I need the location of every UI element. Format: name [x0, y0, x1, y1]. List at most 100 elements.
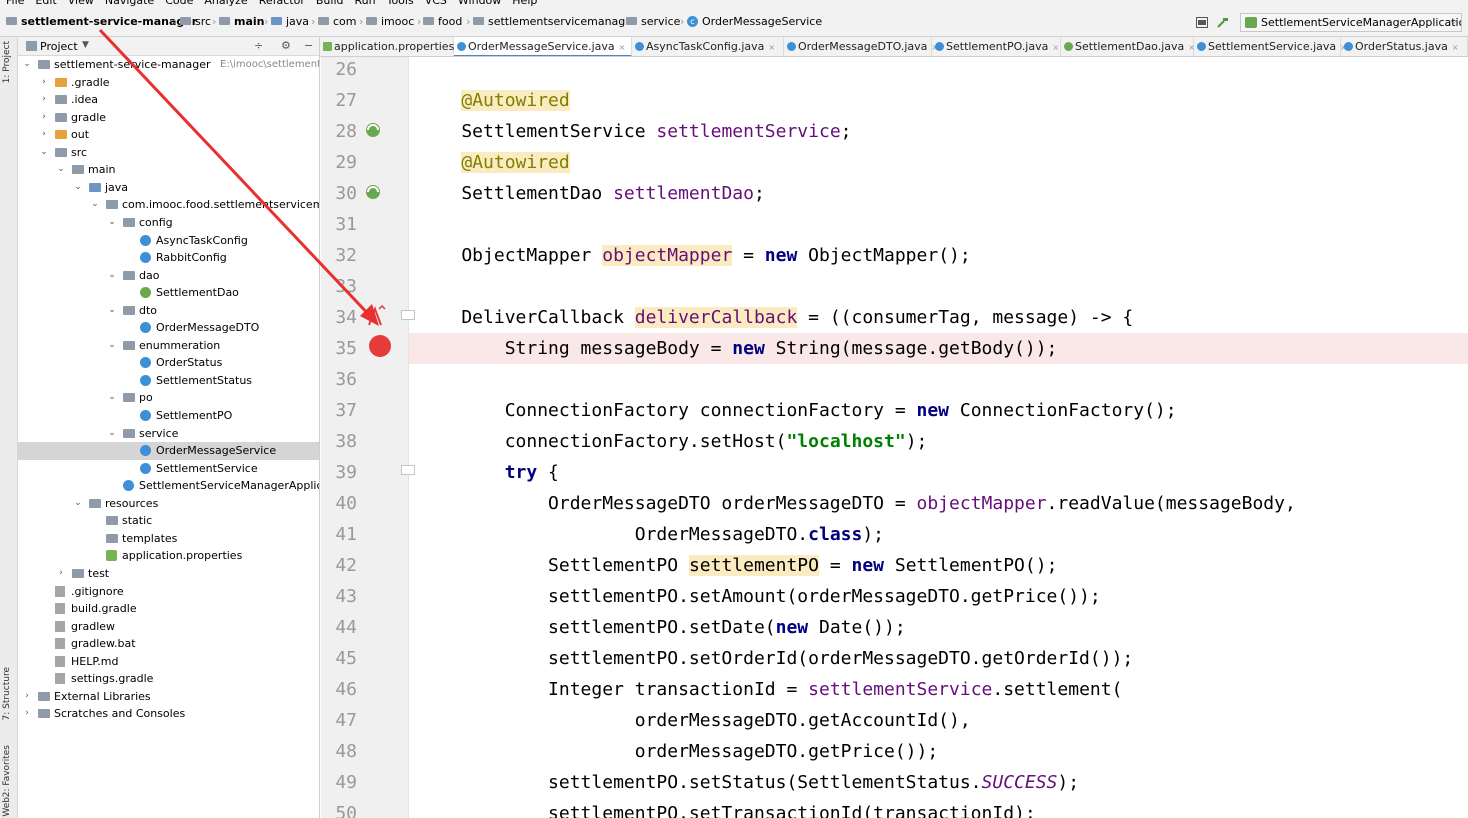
tree-item[interactable]: ⌄ po — [18, 389, 319, 407]
tree-item[interactable]: RabbitConfig — [18, 249, 319, 267]
tab-asynctaskconfig-java[interactable]: AsyncTaskConfig.java × — [632, 37, 784, 56]
code-editor[interactable]: @Autowired SettlementService settlementS… — [409, 57, 1468, 818]
fold-marker-icon[interactable] — [401, 310, 415, 320]
tree-item[interactable]: OrderMessageDTO — [18, 319, 319, 337]
breadcrumb-project[interactable]: settlement-service-manager — [6, 15, 197, 29]
tree-item[interactable]: ⌄ com.imooc.food.settlementservicemanage — [18, 196, 319, 214]
tree-item[interactable]: ⌄ dto — [18, 302, 319, 320]
breadcrumb-class[interactable]: c OrderMessageService — [687, 15, 822, 29]
fold-marker-icon[interactable] — [401, 465, 415, 475]
chevron-down-icon[interactable]: ⌄ — [39, 144, 49, 162]
tree-item[interactable]: › External Libraries — [18, 688, 319, 706]
breakpoint-icon[interactable] — [369, 335, 391, 357]
tree-item[interactable]: › test — [18, 565, 319, 583]
menu-item-code[interactable]: Code — [165, 0, 193, 8]
chevron-down-icon[interactable]: ⌄ — [73, 179, 83, 197]
chevron-down-icon[interactable]: ⌄ — [107, 214, 117, 232]
web-tool-tab[interactable]: Web — [2, 797, 12, 817]
code-line[interactable]: @Autowired — [409, 85, 1468, 116]
chevron-down-icon[interactable]: ⌄ — [73, 495, 83, 513]
code-line[interactable] — [409, 57, 1468, 85]
code-line[interactable]: settlementPO.setTransactionId(transactio… — [409, 798, 1468, 818]
tree-item[interactable]: ⌄ src — [18, 144, 319, 162]
code-line[interactable]: try { — [409, 457, 1468, 488]
menu-item-edit[interactable]: Edit — [35, 0, 56, 8]
lambda-gutter-icon[interactable] — [364, 305, 386, 327]
tree-item[interactable]: static — [18, 512, 319, 530]
tree-item[interactable]: settings.gradle — [18, 670, 319, 688]
tree-item[interactable]: build.gradle — [18, 600, 319, 618]
menu-item-run[interactable]: Run — [355, 0, 376, 8]
tree-item[interactable]: › .idea — [18, 91, 319, 109]
chevron-right-icon[interactable]: › — [56, 565, 66, 583]
chevron-down-icon[interactable]: ⌄ — [107, 389, 117, 407]
breadcrumb-food[interactable]: food — [423, 15, 462, 29]
run-configuration-select[interactable]: SettlementServiceManagerApplication ⌵ — [1240, 13, 1462, 32]
tree-item[interactable]: ⌄ service — [18, 425, 319, 443]
code-line[interactable]: DeliverCallback deliverCallback = ((cons… — [409, 302, 1468, 333]
breadcrumb-service[interactable]: service — [626, 15, 680, 29]
code-line[interactable]: Integer transactionId = settlementServic… — [409, 674, 1468, 705]
chevron-down-icon[interactable]: ⌄ — [107, 267, 117, 285]
menu-item-file[interactable]: File — [6, 0, 24, 8]
menu-item-navigate[interactable]: Navigate — [105, 0, 154, 8]
tree-item[interactable]: HELP.md — [18, 653, 319, 671]
project-panel-title[interactable]: Project — [40, 40, 78, 53]
code-line[interactable]: @Autowired — [409, 147, 1468, 178]
code-line[interactable] — [409, 271, 1468, 302]
bean-navigation-icon[interactable] — [362, 119, 384, 141]
collapse-all-icon[interactable]: ÷ — [254, 39, 263, 52]
window-layout-icon[interactable] — [1196, 17, 1208, 28]
close-icon[interactable]: × — [1452, 43, 1459, 52]
breadcrumb-package[interactable]: settlementservicemanager — [473, 15, 637, 29]
code-line[interactable]: SettlementDao settlementDao; — [409, 178, 1468, 209]
tree-item[interactable]: application.properties — [18, 547, 319, 565]
tab-ordermessagedto-java[interactable]: OrderMessageDTO.java× — [784, 37, 938, 56]
bean-navigation-icon[interactable] — [362, 181, 384, 203]
menu-item-help[interactable]: Help — [512, 0, 537, 8]
code-line[interactable]: settlementPO.setStatus(SettlementStatus.… — [409, 767, 1468, 798]
close-icon[interactable]: × — [619, 43, 626, 52]
chevron-down-icon[interactable]: ⌄ — [107, 302, 117, 320]
chevron-down-icon[interactable]: ⌄ — [107, 337, 117, 355]
tree-item[interactable]: templates — [18, 530, 319, 548]
code-line[interactable]: settlementPO.setOrderId(orderMessageDTO.… — [409, 643, 1468, 674]
tree-item[interactable]: ⌄ settlement-service-manager E:\imooc\sett… — [18, 56, 319, 74]
code-line[interactable]: orderMessageDTO.getPrice()); — [409, 736, 1468, 767]
build-hammer-icon[interactable] — [1217, 17, 1229, 28]
tree-item[interactable]: OrderStatus — [18, 354, 319, 372]
tab-settlementdao-java[interactable]: SettlementDao.java × — [1061, 37, 1195, 56]
tree-item[interactable]: SettlementPO — [18, 407, 319, 425]
tree-item[interactable]: › Scratches and Consoles — [18, 705, 319, 723]
tree-item[interactable]: ⌄ main — [18, 161, 319, 179]
tree-item[interactable]: SettlementDao — [18, 284, 319, 302]
tree-item[interactable]: ⌄ config — [18, 214, 319, 232]
close-icon[interactable]: × — [1052, 43, 1059, 52]
code-line[interactable] — [409, 364, 1468, 395]
chevron-down-icon[interactable]: ⌄ — [107, 425, 117, 443]
favorites-tool-tab[interactable]: 2: Favorites — [2, 745, 12, 797]
tree-item[interactable]: gradlew — [18, 618, 319, 636]
code-line[interactable]: settlementPO.setDate(new Date()); — [409, 612, 1468, 643]
chevron-right-icon[interactable]: › — [22, 688, 32, 706]
tree-item[interactable]: › gradle — [18, 109, 319, 127]
tree-item[interactable]: OrderMessageService — [18, 442, 319, 460]
code-line[interactable]: orderMessageDTO.getAccountId(), — [409, 705, 1468, 736]
project-tool-tab[interactable]: 1: Project — [2, 41, 12, 83]
gear-icon[interactable]: ⚙ — [281, 39, 291, 52]
chevron-right-icon[interactable]: › — [39, 126, 49, 144]
tree-item[interactable]: › .gradle — [18, 74, 319, 92]
close-icon[interactable]: × — [768, 43, 775, 52]
chevron-down-icon[interactable]: ▼ — [82, 40, 89, 50]
code-line[interactable]: SettlementService settlementService; — [409, 116, 1468, 147]
chevron-right-icon[interactable]: › — [39, 109, 49, 127]
tree-item[interactable]: ⌄ dao — [18, 267, 319, 285]
tree-item[interactable]: SettlementStatus — [18, 372, 319, 390]
breadcrumb-main[interactable]: main — [219, 15, 265, 29]
chevron-right-icon[interactable]: › — [22, 705, 32, 723]
chevron-down-icon[interactable]: ⌄ — [56, 161, 66, 179]
code-line[interactable]: OrderMessageDTO.class); — [409, 519, 1468, 550]
menu-item-refactor[interactable]: Refactor — [259, 0, 305, 8]
tree-item[interactable]: ⌄ enummeration — [18, 337, 319, 355]
code-line[interactable]: SettlementPO settlementPO = new Settleme… — [409, 550, 1468, 581]
